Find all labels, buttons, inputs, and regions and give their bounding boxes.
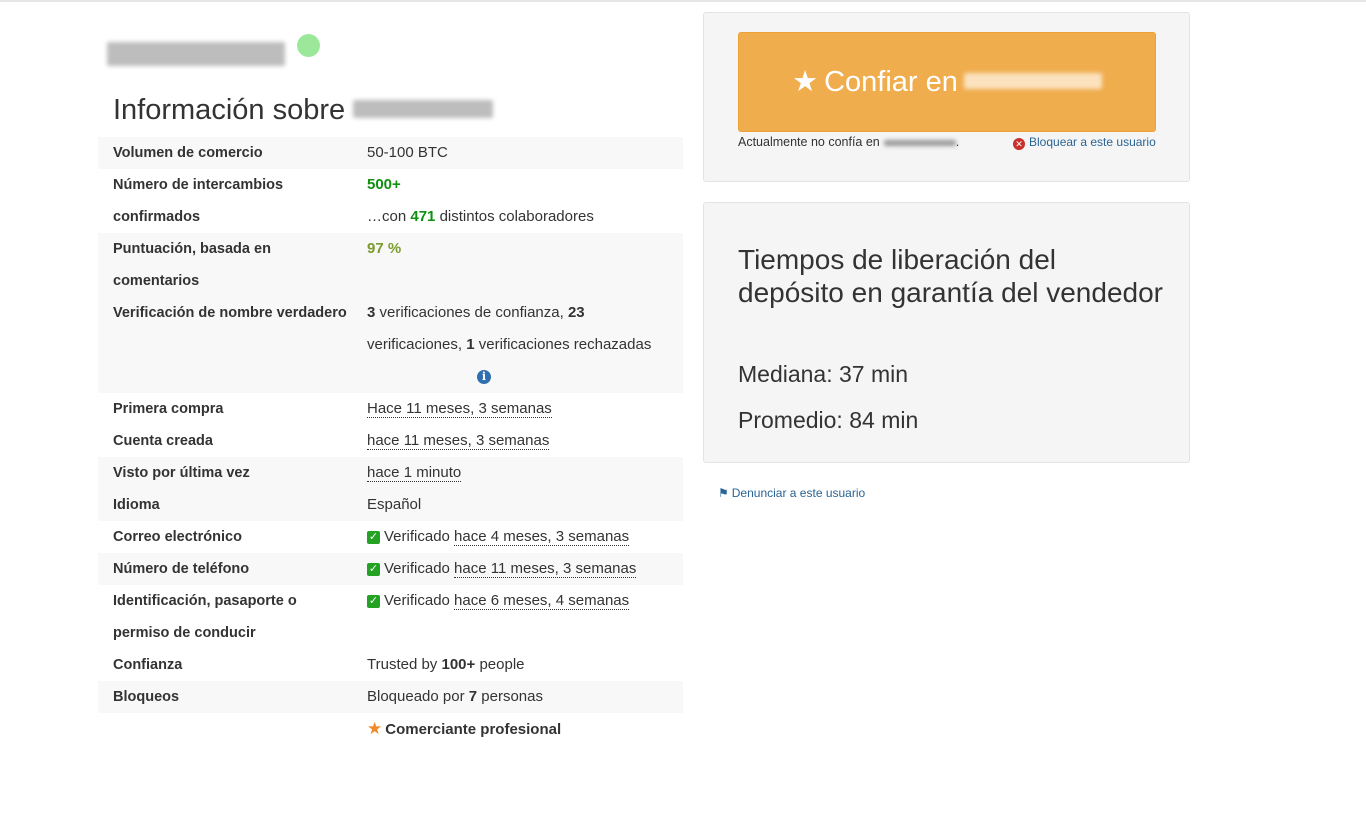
real-name-label: Verificación de nombre verdadero xyxy=(98,297,352,393)
check-icon: ✓ xyxy=(367,563,380,576)
median-time: Mediana: 37 min xyxy=(738,361,909,387)
email-value: ✓ Verificado hace 4 meses, 3 semanas xyxy=(352,521,683,553)
partners-suffix: distintos colaboradores xyxy=(439,208,594,225)
feedback-value: 97 % xyxy=(352,233,683,297)
report-link-label: Denunciar a este usuario xyxy=(731,486,866,500)
row-volume: Volumen de comercio 50-100 BTC xyxy=(98,137,683,169)
first-purchase-value: Hace 11 meses, 3 semanas xyxy=(367,400,552,418)
row-language: Idioma Español xyxy=(98,489,683,521)
info-heading: Información sobre xyxy=(113,92,494,128)
email-when: hace 4 meses, 3 semanas xyxy=(454,528,630,546)
email-status: Verificado xyxy=(384,528,450,545)
trust-status-note: Actualmente no confía en. xyxy=(738,135,960,149)
trust-note-username-redacted xyxy=(883,139,956,146)
pro-label: Comerciante profesional xyxy=(385,721,562,738)
user-info-table: Volumen de comercio 50-100 BTC Número de… xyxy=(98,137,683,746)
trust-panel: ★ Confiar en Actualmente no confía en. ✕ B… xyxy=(703,12,1190,182)
account-created-label: Cuenta creada xyxy=(113,433,213,449)
trust-button-label: Confiar en xyxy=(824,66,958,98)
trusted-text: verificaciones de confianza, xyxy=(379,304,564,321)
trust-button-username-redacted xyxy=(963,73,1102,90)
release-times-panel: Tiempos de liberación del depósito en ga… xyxy=(703,202,1190,463)
block-link-label: Bloquear a este usuario xyxy=(1029,135,1156,149)
phone-when: hace 11 meses, 3 semanas xyxy=(454,560,637,578)
trust-note-text: Actualmente no confía en xyxy=(738,135,880,149)
email-label: Correo electrónico xyxy=(113,529,242,545)
trust-button[interactable]: ★ Confiar en xyxy=(738,32,1156,132)
top-divider xyxy=(0,0,1366,2)
trades-label: Número de intercambios confirmados xyxy=(113,177,284,225)
release-times-title: Tiempos de liberación del depósito en ga… xyxy=(738,244,1163,308)
flag-icon: ⚑ xyxy=(718,486,729,500)
block-user-link[interactable]: ✕ Bloquear a este usuario xyxy=(1013,135,1156,150)
row-real-name: Verificación de nombre verdadero 3 verif… xyxy=(98,297,683,393)
trades-value: 500+ xyxy=(367,176,401,193)
real-name-value: 3 verificaciones de confianza, 23 verifi… xyxy=(352,297,683,393)
volume-value: 50-100 BTC xyxy=(352,137,683,169)
total-count: 23 xyxy=(567,304,585,321)
pro-value: ★ Comerciante profesional xyxy=(352,713,683,746)
row-trades: Número de intercambios confirmados 500+ … xyxy=(98,169,683,233)
block-icon: ✕ xyxy=(1013,138,1025,150)
trades-cell: 500+ …con 471 distintos colaboradores xyxy=(352,169,683,233)
blocks-value: Bloqueado por 7 personas xyxy=(352,681,683,713)
total-text: verificaciones, xyxy=(367,336,463,353)
blocks-label: Bloqueos xyxy=(98,681,352,713)
trust-count: 100+ xyxy=(441,656,476,673)
row-email: Correo electrónico ✓ Verificado hace 4 me… xyxy=(98,521,683,553)
phone-label: Número de teléfono xyxy=(98,553,352,585)
trust-suffix: people xyxy=(479,656,525,673)
partners-count: 471 xyxy=(410,208,436,225)
id-doc-value: ✓ Verificado hace 6 meses, 4 semanas xyxy=(352,585,683,649)
trust-label: Confianza xyxy=(113,657,183,673)
partners-prefix: …con xyxy=(367,208,407,225)
id-doc-status: Verificado xyxy=(384,592,450,609)
average-time: Promedio: 84 min xyxy=(738,407,919,433)
phone-status: Verificado xyxy=(384,560,450,577)
row-id-doc: Identificación, pasaporte o permiso de c… xyxy=(98,585,683,649)
row-account-created: Cuenta creada hace 11 meses, 3 semanas xyxy=(98,425,683,457)
last-seen-label: Visto por última vez xyxy=(98,457,352,489)
language-label: Idioma xyxy=(98,489,352,521)
feedback-label: Puntuación, basada en comentarios xyxy=(98,233,352,297)
last-seen-value: hace 1 minuto xyxy=(367,464,462,482)
info-heading-text: Información sobre xyxy=(113,94,346,126)
check-icon: ✓ xyxy=(367,595,380,608)
row-phone: Número de teléfono ✓ Verificado hace 11 m… xyxy=(98,553,683,585)
account-created-value: hace 11 meses, 3 semanas xyxy=(367,432,550,450)
check-icon: ✓ xyxy=(367,531,380,544)
first-purchase-label: Primera compra xyxy=(113,401,224,417)
language-value: Español xyxy=(352,489,683,521)
blocks-prefix: Bloqueado por xyxy=(367,688,465,705)
star-icon: ★ xyxy=(792,66,819,98)
trust-value: Trusted by 100+ people xyxy=(352,649,683,681)
phone-value: ✓ Verificado hace 11 meses, 3 semanas xyxy=(352,553,683,585)
trades-partners: …con 471 distintos colaboradores xyxy=(367,201,683,233)
star-icon: ★ xyxy=(367,719,383,738)
trusted-count: 3 xyxy=(367,304,376,321)
row-first-purchase: Primera compra Hace 11 meses, 3 semanas xyxy=(98,393,683,425)
online-status-indicator xyxy=(297,34,320,57)
row-trust: Confianza Trusted by 100+ people xyxy=(98,649,683,681)
trust-prefix: Trusted by xyxy=(367,656,438,673)
blocks-suffix: personas xyxy=(481,688,543,705)
info-icon[interactable]: i xyxy=(477,370,491,384)
pro-empty-label xyxy=(98,713,352,746)
info-heading-username-redacted xyxy=(353,100,494,119)
row-pro: ★ Comerciante profesional xyxy=(98,713,683,746)
id-doc-when: hace 6 meses, 4 semanas xyxy=(454,592,630,610)
rejected-count: 1 xyxy=(466,336,475,353)
row-last-seen: Visto por última vez hace 1 minuto xyxy=(98,457,683,489)
rejected-text: verificaciones rechazadas xyxy=(478,336,652,353)
id-doc-label: Identificación, pasaporte o permiso de c… xyxy=(113,593,297,641)
username-redacted xyxy=(107,42,285,66)
blocks-count: 7 xyxy=(468,688,478,705)
row-feedback: Puntuación, basada en comentarios 97 % xyxy=(98,233,683,297)
report-user-link[interactable]: ⚑ Denunciar a este usuario xyxy=(718,486,865,500)
volume-label: Volumen de comercio xyxy=(98,137,352,169)
row-blocks: Bloqueos Bloqueado por 7 personas xyxy=(98,681,683,713)
